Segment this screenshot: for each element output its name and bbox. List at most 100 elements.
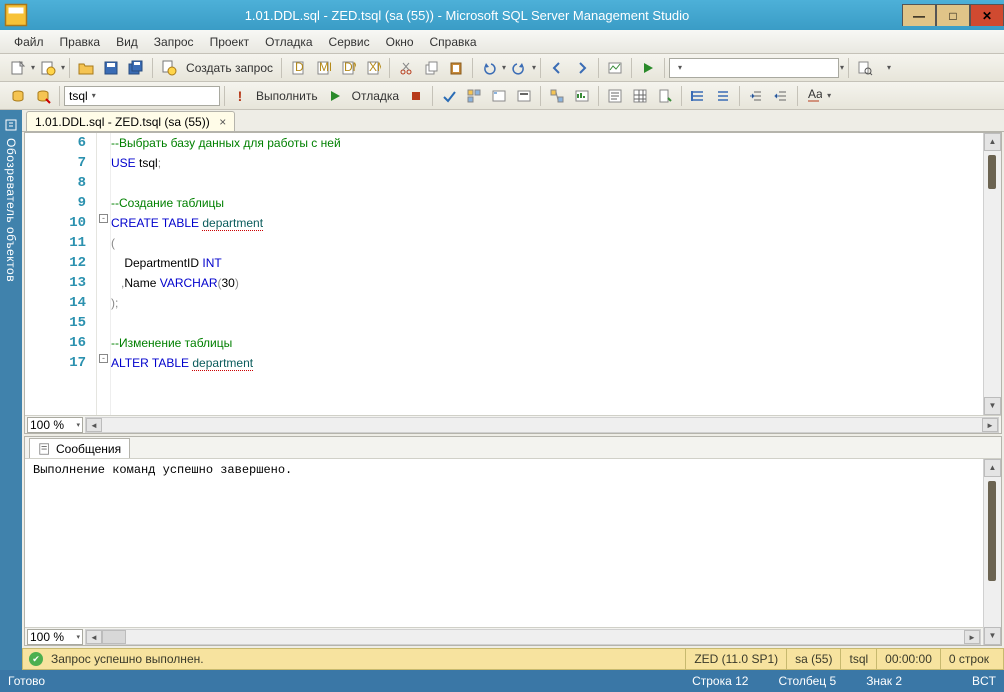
comment-icon[interactable] bbox=[686, 85, 710, 107]
line-number-gutter: 67891011121314151617 bbox=[25, 133, 97, 415]
scroll-left-icon[interactable]: ◄ bbox=[86, 630, 102, 644]
maximize-button[interactable]: □ bbox=[936, 4, 970, 26]
document-tab-close-icon[interactable]: × bbox=[216, 115, 230, 129]
scroll-left-icon[interactable]: ◄ bbox=[86, 418, 102, 432]
outline-margin: - - bbox=[97, 133, 111, 415]
editor-zoom-combo[interactable]: 100 %▾ bbox=[27, 417, 83, 433]
menu-help[interactable]: Справка bbox=[424, 33, 483, 51]
indent-icon[interactable] bbox=[744, 85, 768, 107]
parse-icon[interactable] bbox=[437, 85, 461, 107]
fold-box-icon[interactable]: - bbox=[99, 354, 108, 363]
svg-text:D: D bbox=[295, 60, 304, 74]
cut-icon[interactable] bbox=[394, 57, 418, 79]
messages-text: Выполнение команд успешно завершено. bbox=[25, 459, 983, 627]
menu-view[interactable]: Вид bbox=[110, 33, 144, 51]
pin-icon bbox=[3, 118, 19, 134]
execute-button[interactable]: Выполнить bbox=[252, 89, 322, 103]
scroll-up-icon[interactable]: ▲ bbox=[984, 459, 1001, 477]
connect-icon[interactable] bbox=[6, 85, 30, 107]
estimated-plan-icon[interactable] bbox=[462, 85, 486, 107]
scroll-thumb[interactable] bbox=[988, 481, 996, 581]
database-combo[interactable]: tsql▾ bbox=[64, 86, 220, 106]
menubar: Файл Правка Вид Запрос Проект Отладка Се… bbox=[0, 30, 1004, 54]
specify-values-icon[interactable]: Aa bbox=[802, 85, 826, 107]
fold-box-icon[interactable]: - bbox=[99, 214, 108, 223]
editor-container: 67891011121314151617 - - --Выбрать базу … bbox=[24, 132, 1002, 434]
new-project-icon[interactable] bbox=[6, 57, 30, 79]
code-editor[interactable]: --Выбрать базу данных для работы с нейUS… bbox=[111, 133, 983, 415]
start-icon[interactable] bbox=[636, 57, 660, 79]
status-time: 00:00:00 bbox=[876, 648, 940, 670]
client-stats-icon[interactable] bbox=[570, 85, 594, 107]
actual-plan-icon[interactable] bbox=[545, 85, 569, 107]
status-login: sa (55) bbox=[786, 648, 840, 670]
results-text-icon[interactable] bbox=[603, 85, 627, 107]
menu-edit[interactable]: Правка bbox=[54, 33, 107, 51]
query-status-bar: ✔ Запрос успешно выполнен. ZED (11.0 SP1… bbox=[22, 648, 1004, 670]
document-tab-active[interactable]: 1.01.DDL.sql - ZED.tsql (sa (55)) × bbox=[26, 111, 235, 131]
messages-tab[interactable]: Сообщения bbox=[29, 438, 130, 458]
find-icon[interactable] bbox=[853, 57, 877, 79]
undo-icon[interactable] bbox=[477, 57, 501, 79]
status-line: Строка 12 bbox=[692, 674, 748, 688]
messages-horizontal-scrollbar[interactable]: ◄ ► bbox=[85, 629, 981, 645]
document-tab-label: 1.01.DDL.sql - ZED.tsql (sa (55)) bbox=[35, 115, 210, 129]
titlebar: 1.01.DDL.sql - ZED.tsql (sa (55)) - Micr… bbox=[0, 0, 1004, 30]
menu-window[interactable]: Окно bbox=[380, 33, 420, 51]
scroll-right-icon[interactable]: ► bbox=[964, 630, 980, 644]
status-server: ZED (11.0 SP1) bbox=[685, 648, 786, 670]
execute-icon[interactable]: ! bbox=[229, 85, 251, 107]
menu-file[interactable]: Файл bbox=[8, 33, 50, 51]
menu-service[interactable]: Сервис bbox=[323, 33, 376, 51]
copy-icon[interactable] bbox=[419, 57, 443, 79]
new-query-icon[interactable] bbox=[157, 57, 181, 79]
stop-icon[interactable] bbox=[404, 85, 428, 107]
status-db: tsql bbox=[840, 648, 876, 670]
config-combo[interactable]: ▾ bbox=[669, 58, 839, 78]
dmx-query-icon[interactable]: DM bbox=[336, 57, 360, 79]
new-item-icon[interactable] bbox=[36, 57, 60, 79]
redo-icon[interactable] bbox=[507, 57, 531, 79]
editor-vertical-scrollbar[interactable]: ▲ ▼ bbox=[983, 133, 1001, 415]
messages-panel: Сообщения Выполнение команд успешно заве… bbox=[24, 436, 1002, 646]
object-explorer-tab[interactable]: Обозреватель объектов bbox=[0, 110, 22, 670]
scroll-up-icon[interactable]: ▲ bbox=[984, 133, 1001, 151]
save-icon[interactable] bbox=[99, 57, 123, 79]
query-options-icon[interactable] bbox=[487, 85, 511, 107]
change-conn-icon[interactable] bbox=[31, 85, 55, 107]
mdx-query-icon[interactable]: MD bbox=[311, 57, 335, 79]
window-title: 1.01.DDL.sql - ZED.tsql (sa (55)) - Micr… bbox=[32, 8, 902, 23]
editor-horizontal-scrollbar[interactable]: ◄ ► bbox=[85, 417, 999, 433]
minimize-button[interactable]: — bbox=[902, 4, 936, 26]
db-query-icon[interactable]: D bbox=[286, 57, 310, 79]
find-combo-icon[interactable]: ▾ bbox=[878, 57, 900, 79]
uncomment-icon[interactable] bbox=[711, 85, 735, 107]
menu-query[interactable]: Запрос bbox=[148, 33, 200, 51]
debug-play-icon[interactable] bbox=[323, 85, 347, 107]
activity-icon[interactable] bbox=[603, 57, 627, 79]
scroll-right-icon[interactable]: ► bbox=[982, 418, 998, 432]
results-grid-icon[interactable] bbox=[628, 85, 652, 107]
messages-zoom-combo[interactable]: 100 %▾ bbox=[27, 629, 83, 645]
messages-vertical-scrollbar[interactable]: ▲ ▼ bbox=[983, 459, 1001, 645]
xmla-query-icon[interactable]: XM bbox=[361, 57, 385, 79]
intellisense-icon[interactable] bbox=[512, 85, 536, 107]
scroll-thumb[interactable] bbox=[102, 630, 126, 644]
debug-button[interactable]: Отладка bbox=[348, 89, 403, 103]
menu-debug[interactable]: Отладка bbox=[259, 33, 318, 51]
outdent-icon[interactable] bbox=[769, 85, 793, 107]
nav-fwd-icon[interactable] bbox=[570, 57, 594, 79]
status-char: Знак 2 bbox=[866, 674, 902, 688]
paste-icon[interactable] bbox=[444, 57, 468, 79]
new-query-button[interactable]: Создать запрос bbox=[182, 61, 277, 75]
scroll-down-icon[interactable]: ▼ bbox=[984, 397, 1001, 415]
menu-project[interactable]: Проект bbox=[204, 33, 256, 51]
scroll-down-icon[interactable]: ▼ bbox=[984, 627, 1001, 645]
scroll-thumb[interactable] bbox=[988, 155, 996, 189]
status-ins: BCT bbox=[972, 674, 996, 688]
open-icon[interactable] bbox=[74, 57, 98, 79]
nav-back-icon[interactable] bbox=[545, 57, 569, 79]
save-all-icon[interactable] bbox=[124, 57, 148, 79]
close-button[interactable]: ✕ bbox=[970, 4, 1004, 26]
results-file-icon[interactable] bbox=[653, 85, 677, 107]
